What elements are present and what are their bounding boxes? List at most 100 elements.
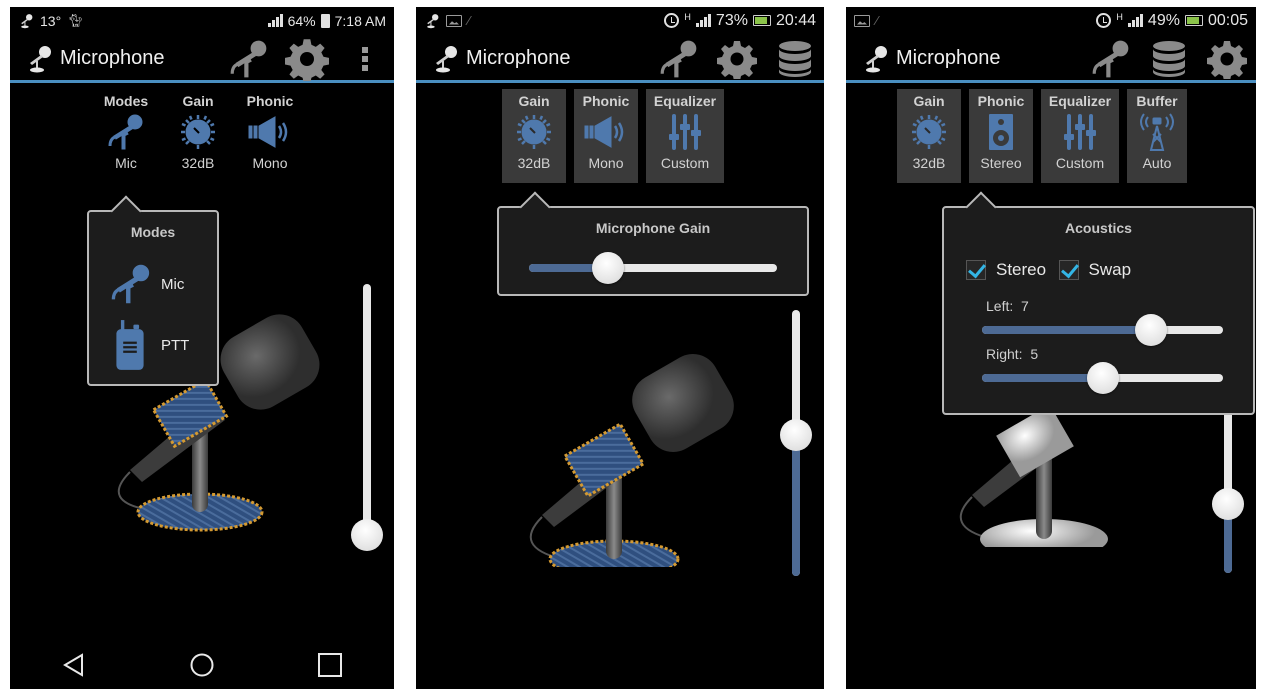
right-value: 5	[1030, 346, 1039, 362]
database-button[interactable]	[1140, 36, 1198, 82]
checkbox-label: Swap	[1088, 260, 1132, 279]
tab-value: Custom	[1055, 155, 1105, 171]
settings-button[interactable]	[278, 36, 336, 82]
tab-value: Auto	[1142, 155, 1172, 171]
slider-thumb[interactable]	[1086, 362, 1119, 394]
tab-modes[interactable]: Modes Mic	[94, 89, 158, 183]
signal-icon	[1127, 14, 1143, 27]
status-bar: 13° 🐈︎ 64% 7:18 AM	[10, 7, 394, 34]
volume-slider[interactable]	[780, 310, 812, 576]
overflow-menu-button[interactable]	[336, 36, 394, 82]
microphone-icon	[1090, 38, 1132, 80]
swap-checkbox[interactable]: Swap	[1058, 260, 1140, 280]
slider-thumb[interactable]	[592, 252, 625, 284]
temperature: 13°	[40, 12, 62, 29]
popup-title: Modes	[130, 224, 176, 240]
back-button[interactable]	[54, 645, 94, 685]
pen-icon: ∕	[876, 13, 879, 28]
acoustics-popup: Acoustics Stereo Swap Left: 7 Right: 5	[942, 191, 1255, 415]
database-button[interactable]	[766, 36, 824, 82]
checkbox-icon	[966, 260, 986, 280]
tab-value: 32dB	[517, 155, 551, 171]
microphone-icon	[228, 38, 270, 80]
settings-gear-icon	[285, 37, 329, 81]
phone-screen-modes: 13° 🐈︎ 64% 7:18 AM Microphone Modes Mic …	[10, 7, 394, 689]
tab-value: Mic	[115, 155, 137, 171]
cat-icon: 🐈︎	[67, 12, 84, 28]
tab-value: 32dB	[912, 155, 946, 171]
microphone-notification-icon	[18, 13, 34, 29]
app-logo-icon	[430, 44, 460, 74]
network-type: H	[1116, 11, 1123, 22]
tab-equalizer[interactable]: Equalizer Custom	[646, 89, 724, 183]
app-logo-icon	[860, 44, 890, 74]
tab-value: Stereo	[980, 155, 1022, 171]
phone-screen-acoustics: ∕ H 49% 00:05 Microphone Gain 32dB Phoni…	[846, 7, 1256, 689]
tab-equalizer[interactable]: Equalizer Custom	[1041, 89, 1119, 183]
gain-popup: Microphone Gain	[497, 191, 809, 296]
slider-thumb[interactable]	[780, 419, 812, 452]
tab-phonic[interactable]: Phonic Stereo	[969, 89, 1033, 183]
left-value: 7	[1021, 298, 1029, 314]
tab-phonic[interactable]: Phonic Mono	[574, 89, 638, 183]
slider-thumb[interactable]	[351, 519, 383, 551]
settings-button[interactable]	[1198, 36, 1256, 82]
microphone-illustration	[529, 354, 734, 567]
database-icon	[1149, 39, 1189, 79]
left-channel-caption: Left: 7	[986, 298, 1029, 314]
image-icon	[446, 14, 462, 27]
microphone-icon	[109, 262, 153, 306]
feature-tabs: Modes Mic Gain 32dB Phonic Mono	[94, 89, 302, 183]
settings-gear-icon	[717, 39, 757, 79]
signal-icon	[695, 14, 711, 27]
knob-icon	[909, 112, 949, 152]
tab-label: Equalizer	[1048, 93, 1112, 109]
action-bar: Microphone	[416, 37, 824, 83]
slider-fill	[982, 326, 1151, 334]
stereo-checkbox[interactable]: Stereo	[966, 260, 1054, 280]
home-button[interactable]	[182, 645, 222, 685]
speaker-icon	[247, 112, 293, 152]
tab-gain[interactable]: Gain 32dB	[502, 89, 566, 183]
app-title: Microphone	[466, 47, 571, 69]
checkbox-icon	[1058, 260, 1079, 280]
microphone-action-button[interactable]	[1082, 36, 1140, 82]
tab-buffer[interactable]: Buffer Auto	[1127, 89, 1187, 183]
mode-option-ptt[interactable]: PTT	[113, 320, 189, 370]
microphone-action-button[interactable]	[650, 36, 708, 82]
microphone-action-button[interactable]	[220, 36, 278, 82]
recents-button[interactable]	[310, 645, 350, 685]
image-icon	[854, 14, 870, 27]
battery-percent: 64%	[287, 12, 316, 29]
knob-icon	[514, 112, 554, 152]
battery-icon	[320, 13, 330, 28]
gain-slider[interactable]	[529, 252, 777, 284]
tab-phonic[interactable]: Phonic Mono	[238, 89, 302, 183]
phone-screen-gain: ∕ H 73% 20:44 Microphone Gain 32dB Phoni…	[416, 7, 824, 689]
app-logo-icon	[24, 44, 54, 74]
tab-label: Phonic	[582, 93, 630, 109]
mode-label: Mic	[161, 275, 185, 293]
microphone-icon	[106, 112, 146, 152]
navigation-bar	[10, 641, 394, 689]
tab-gain[interactable]: Gain 32dB	[897, 89, 961, 183]
right-channel-slider[interactable]	[982, 362, 1223, 394]
tab-gain[interactable]: Gain 32dB	[166, 89, 230, 183]
tab-value: Mono	[588, 155, 624, 171]
battery-icon	[752, 15, 771, 26]
slider-thumb[interactable]	[1212, 488, 1244, 521]
mode-option-mic[interactable]: Mic	[109, 262, 184, 306]
overflow-menu-icon	[362, 46, 368, 71]
app-title: Microphone	[60, 47, 165, 69]
left-channel-slider[interactable]	[982, 314, 1223, 346]
database-icon	[775, 39, 815, 79]
volume-slider[interactable]	[351, 284, 383, 551]
battery-icon	[1184, 15, 1203, 26]
pen-icon: ∕	[468, 13, 471, 28]
knob-icon	[178, 112, 218, 152]
settings-button[interactable]	[708, 36, 766, 82]
right-channel-caption: Right: 5	[986, 346, 1038, 362]
slider-thumb[interactable]	[1134, 314, 1167, 346]
slider-fill	[792, 435, 800, 576]
right-label: Right:	[986, 346, 1023, 362]
